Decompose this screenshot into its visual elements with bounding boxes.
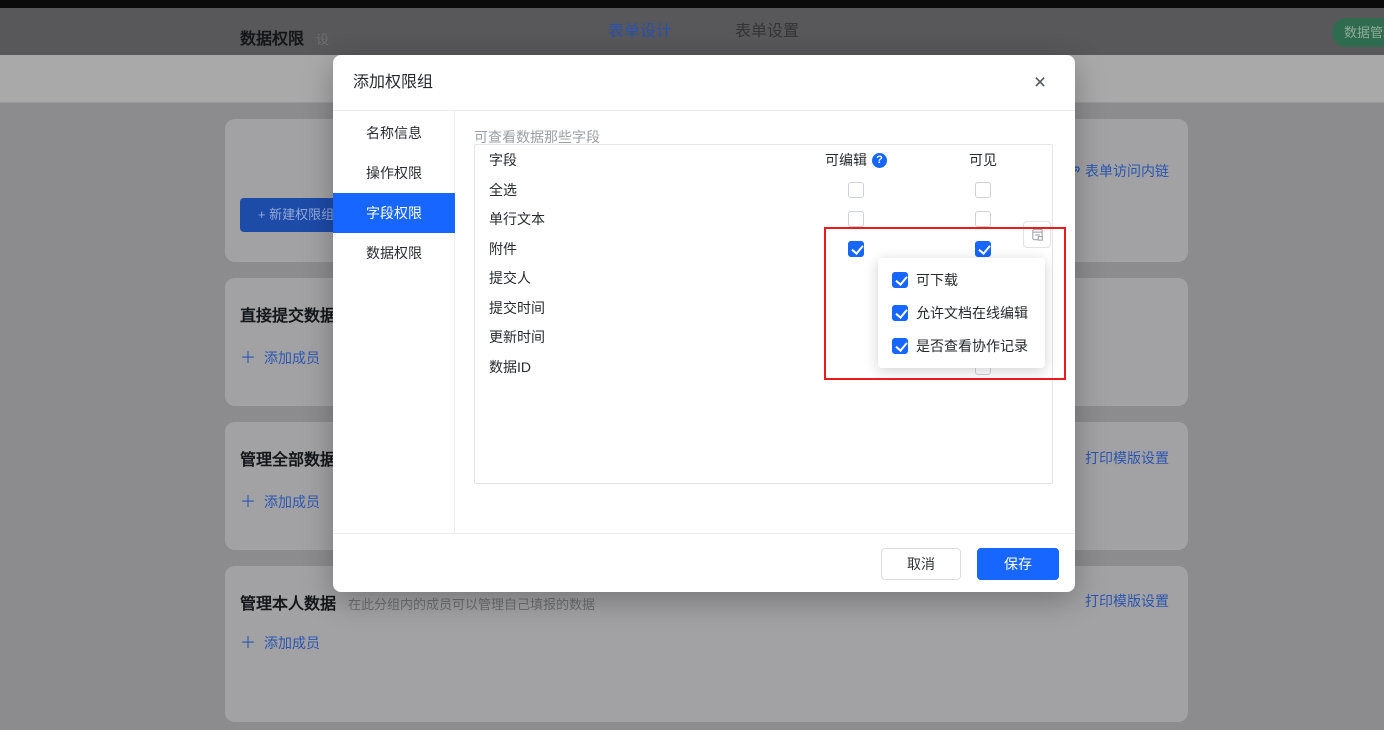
visible-checkbox[interactable] — [975, 241, 991, 257]
modal-footer: 取消 保存 — [333, 533, 1075, 592]
field-label: 提交时间 — [489, 298, 545, 318]
editable-checkbox[interactable] — [848, 211, 864, 227]
table-header-row: 字段 可编辑 ? 可见 — [475, 145, 1052, 175]
col-header-field: 字段 — [489, 150, 517, 170]
section-title-text: 数据权限 — [240, 31, 304, 48]
plus-icon: ＋ — [240, 635, 256, 652]
col-header-visible: 可见 — [969, 150, 997, 170]
collab-record-checkbox[interactable] — [892, 338, 908, 354]
section-title-data-permission: 数据权限设 — [240, 25, 329, 49]
popup-item-label: 允许文档在线编辑 — [916, 303, 1028, 323]
col-header-editable: 可编辑 — [825, 150, 867, 170]
section-title-direct-submit: 直接提交数据 — [240, 302, 336, 326]
modal-header: 添加权限组 × — [333, 55, 1075, 111]
add-member-label: 添加成员 — [264, 350, 320, 366]
popup-item-label: 是否查看协作记录 — [916, 336, 1028, 356]
cancel-button[interactable]: 取消 — [881, 548, 961, 580]
field-label: 单行文本 — [489, 209, 545, 229]
popup-item-label: 可下载 — [916, 270, 958, 290]
add-member-label: 添加成员 — [264, 635, 320, 651]
field-label: 数据ID — [489, 357, 531, 377]
online-edit-checkbox[interactable] — [892, 305, 908, 321]
print-template-link-1[interactable]: 打印模版设置 — [1085, 448, 1169, 468]
browser-top-strip — [0, 0, 1384, 8]
tab-operation-permission[interactable]: 操作权限 — [333, 153, 455, 193]
editable-checkbox[interactable] — [848, 241, 864, 257]
top-navbar: 表单设计 表单设置 数据管理 — [0, 8, 1384, 55]
field-label: 全选 — [489, 180, 517, 200]
modal-sidebar: 名称信息 操作权限 字段权限 数据权限 — [333, 111, 455, 533]
field-label: 提交人 — [489, 268, 531, 288]
table-row-single-line-text: 单行文本 — [475, 205, 1052, 235]
close-icon[interactable]: × — [1029, 72, 1051, 94]
print-template-link-2[interactable]: 打印模版设置 — [1085, 591, 1169, 611]
section-desc-partial: 设 — [316, 32, 329, 47]
field-label: 更新时间 — [489, 327, 545, 347]
add-member-link-own[interactable]: ＋ 添加成员 — [240, 629, 1203, 653]
plus-icon: ＋ — [240, 494, 256, 511]
modal-title: 添加权限组 — [353, 55, 433, 111]
attachment-settings-button[interactable] — [1023, 221, 1051, 248]
data-manage-button[interactable]: 数据管理 — [1332, 18, 1384, 47]
downloadable-checkbox[interactable] — [892, 272, 908, 288]
add-member-label: 添加成员 — [264, 494, 320, 510]
visible-checkbox[interactable] — [975, 211, 991, 227]
attachment-options-popup: 可下载 允许文档在线编辑 是否查看协作记录 — [878, 258, 1045, 368]
table-row-select-all: 全选 — [475, 175, 1052, 205]
tab-name-info[interactable]: 名称信息 — [333, 113, 455, 153]
tab-form-design[interactable]: 表单设计 — [608, 8, 672, 55]
field-label: 附件 — [489, 239, 517, 259]
form-internal-link-label: 表单访问内链 — [1085, 163, 1169, 179]
plus-icon: ＋ — [240, 350, 256, 367]
save-button[interactable]: 保存 — [977, 548, 1059, 580]
popup-item-collab-record[interactable]: 是否查看协作记录 — [878, 329, 1045, 362]
visible-checkbox[interactable] — [975, 182, 991, 198]
popup-item-downloadable[interactable]: 可下载 — [878, 263, 1045, 296]
section-title-manage-all: 管理全部数据 — [240, 446, 336, 470]
section-title-manage-own: 管理本人数据在此分组内的成员可以管理自己填报的数据 — [240, 590, 595, 614]
section-desc: 在此分组内的成员可以管理自己填报的数据 — [348, 597, 595, 612]
tab-form-settings[interactable]: 表单设置 — [735, 8, 799, 55]
form-internal-link[interactable]: 表单访问内链 — [1068, 161, 1169, 181]
popup-item-online-edit[interactable]: 允许文档在线编辑 — [878, 296, 1045, 329]
tab-field-permission[interactable]: 字段权限 — [333, 193, 455, 233]
editable-checkbox[interactable] — [848, 182, 864, 198]
attachment-settings-icon — [1030, 227, 1045, 242]
help-icon[interactable]: ? — [872, 153, 887, 168]
tab-data-permission[interactable]: 数据权限 — [333, 233, 455, 273]
section-title-text: 管理本人数据 — [240, 596, 336, 613]
